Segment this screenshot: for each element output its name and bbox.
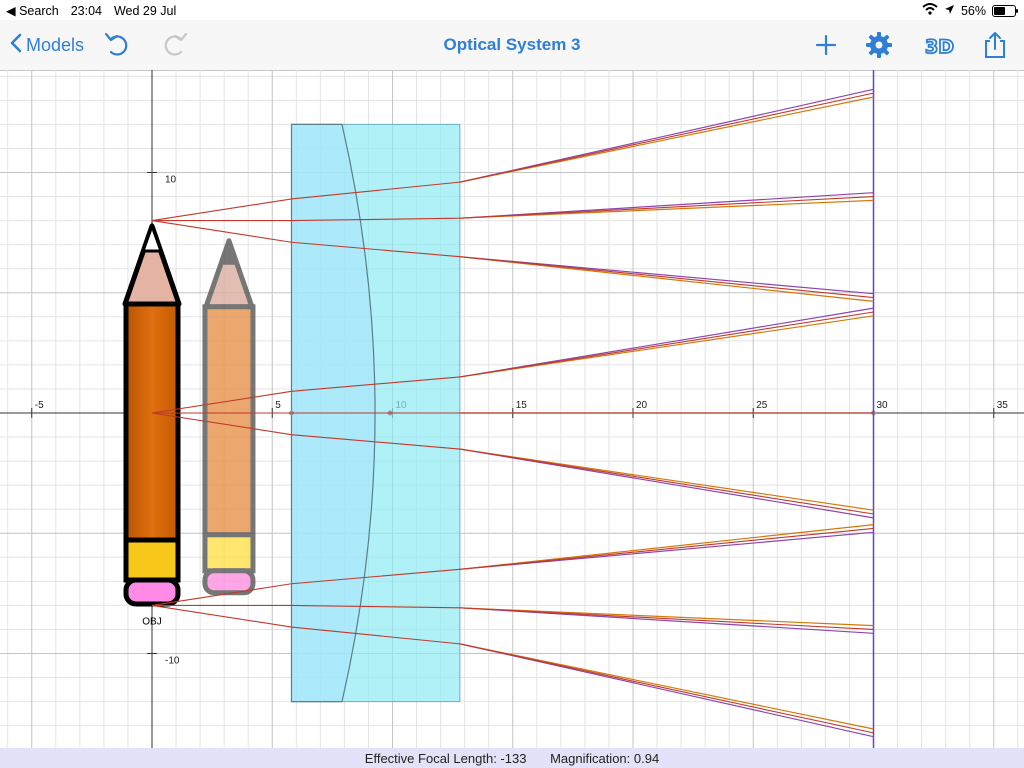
status-bar: ◀ Search 23:04 Wed 29 Jul 56%	[0, 0, 1024, 20]
back-button[interactable]: Models	[10, 33, 84, 58]
optics-plot[interactable]: -5510152025303510-10 OBJ	[0, 70, 1024, 748]
battery-percent: 56%	[960, 3, 986, 18]
add-button[interactable]	[811, 30, 841, 60]
ray-orange	[459, 199, 874, 219]
ray-violet	[459, 448, 874, 519]
status-time: 23:04	[70, 3, 102, 18]
location-icon	[944, 4, 955, 18]
ray-orange	[459, 523, 874, 570]
x-tick-label: 20	[636, 400, 648, 411]
x-tick-label: 15	[516, 400, 528, 411]
ray-violet	[459, 643, 874, 738]
info-bar: Effective Focal Length: -133 Magnificati…	[0, 748, 1024, 768]
focal-length-readout: Effective Focal Length: -133	[364, 751, 527, 766]
x-tick-label: -5	[35, 400, 44, 411]
x-tick-label: 25	[756, 400, 768, 411]
x-tick-label: 30	[877, 400, 889, 411]
battery-icon	[992, 4, 1018, 17]
ray-violet	[459, 531, 874, 570]
magnification-readout: Magnification: 0.94	[550, 751, 660, 766]
3d-icon: 3D	[923, 35, 955, 64]
y-tick-label: 10	[165, 175, 177, 186]
ray-orange	[459, 643, 874, 730]
plus-icon	[811, 34, 841, 64]
ray-orange	[459, 448, 874, 511]
back-to-app-link[interactable]: ◀ Search	[6, 3, 59, 18]
ray-orange	[459, 256, 874, 303]
ray-violet	[459, 256, 874, 295]
back-button-label: Models	[26, 35, 85, 55]
gear-icon	[864, 32, 894, 64]
share-button[interactable]	[980, 30, 1010, 60]
object-label: OBJ	[142, 616, 161, 627]
undo-icon	[102, 32, 132, 64]
ray-orange	[459, 96, 874, 183]
x-tick-label: 5	[275, 400, 281, 411]
object-pencil[interactable]	[122, 221, 182, 607]
image-pencil	[202, 238, 256, 596]
ray-orange	[459, 315, 874, 378]
settings-button[interactable]	[864, 30, 894, 60]
3d-view-button[interactable]: 3D	[923, 30, 955, 60]
nav-bar: Models Optical System 3 3D	[0, 20, 1024, 71]
wifi-icon	[922, 3, 938, 18]
share-icon	[980, 32, 1010, 64]
undo-button[interactable]	[102, 30, 132, 60]
ray-violet	[459, 307, 874, 378]
redo-button[interactable]	[160, 30, 190, 60]
ray-violet	[459, 88, 874, 183]
redo-icon	[160, 32, 190, 64]
chevron-left-icon	[10, 33, 22, 58]
status-date: Wed 29 Jul	[113, 3, 177, 18]
svg-text:3D: 3D	[925, 36, 954, 58]
y-tick-label: -10	[165, 656, 180, 667]
ray-orange	[459, 607, 874, 627]
x-tick-label: 35	[997, 400, 1009, 411]
